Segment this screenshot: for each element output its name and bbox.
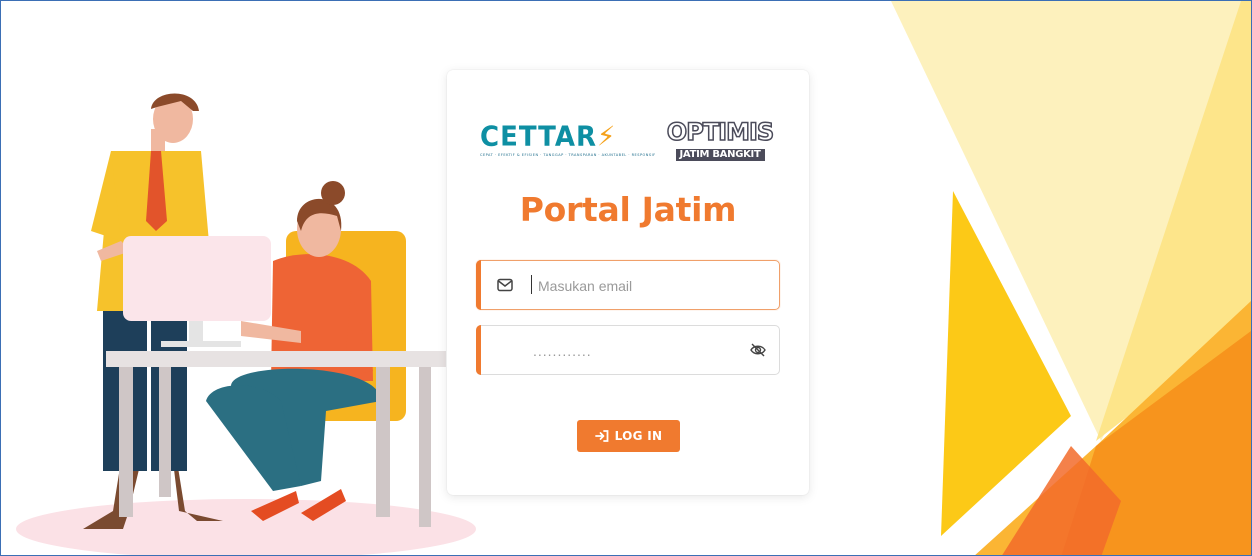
cettar-logo-text: CETTAR — [480, 121, 598, 153]
password-field[interactable] — [476, 325, 780, 376]
bolt-icon: ⚡ — [597, 121, 617, 153]
optimis-logo: OPTIMIS JATIM BANGKIT — [664, 118, 776, 161]
email-input[interactable] — [536, 261, 739, 311]
office-illustration — [16, 93, 476, 555]
login-button[interactable]: LOG IN — [577, 420, 680, 452]
logo-row: CETTAR⚡ CEPAT · EFEKTIF & EFISIEN · TANG… — [480, 118, 776, 161]
app-frame: CETTAR⚡ CEPAT · EFEKTIF & EFISIEN · TANG… — [0, 0, 1252, 556]
page-title: Portal Jatim — [519, 190, 737, 229]
optimis-logo-subtext: JATIM BANGKIT — [675, 149, 765, 161]
field-accent-bar — [476, 325, 481, 375]
optimis-logo-text: OPTIMIS — [666, 118, 775, 146]
field-accent-bar — [476, 260, 481, 310]
cettar-logo: CETTAR⚡ CEPAT · EFEKTIF & EFISIEN · TANG… — [480, 121, 656, 158]
sign-in-icon — [594, 430, 609, 442]
envelope-icon — [497, 278, 513, 292]
background-shapes — [891, 1, 1251, 555]
text-caret — [531, 275, 532, 294]
eye-slash-icon[interactable] — [749, 342, 767, 358]
login-card: CETTAR⚡ CEPAT · EFEKTIF & EFISIEN · TANG… — [447, 70, 809, 495]
cettar-tagline: CEPAT · EFEKTIF & EFISIEN · TANGGAP · TR… — [480, 153, 656, 157]
login-button-label: LOG IN — [614, 429, 663, 443]
password-input[interactable] — [531, 326, 739, 376]
email-field[interactable] — [476, 260, 780, 311]
